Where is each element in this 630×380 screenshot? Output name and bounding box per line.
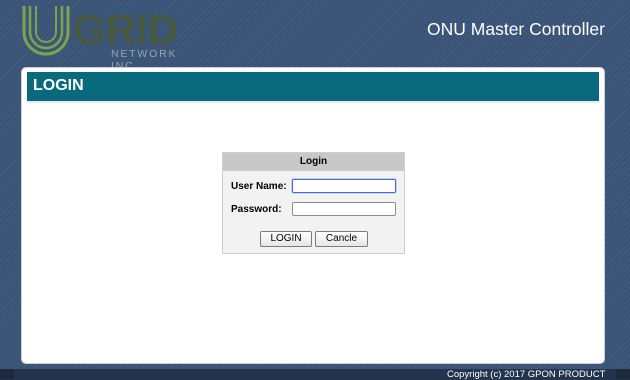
footer-corner-left [0, 369, 14, 379]
section-title: LOGIN [33, 77, 84, 94]
copyright-text: Copyright (c) 2017 GPON PRODUCT [447, 369, 606, 380]
login-button[interactable]: LOGIN [260, 231, 312, 247]
content-panel: LOGIN Login User Name: Password: LOGIN C… [21, 67, 605, 364]
password-label: Password: [231, 204, 282, 215]
footer: Copyright (c) 2017 GPON PRODUCT [0, 369, 630, 380]
header: GRID NETWORK INC. ONU Master Controller [0, 0, 630, 72]
logo-wordmark: GRID [73, 6, 178, 53]
footer-corner-right [616, 369, 630, 379]
company-logo: GRID NETWORK INC. [18, 4, 208, 72]
username-input[interactable] [292, 179, 396, 193]
username-label: User Name: [231, 181, 287, 192]
cancel-button[interactable]: Cancle [315, 231, 368, 247]
app-title: ONU Master Controller [427, 19, 605, 39]
login-form: Login User Name: Password: LOGIN Cancle [222, 152, 405, 254]
login-form-heading: Login [223, 153, 404, 171]
section-header: LOGIN [27, 72, 599, 103]
password-input[interactable] [292, 202, 396, 216]
